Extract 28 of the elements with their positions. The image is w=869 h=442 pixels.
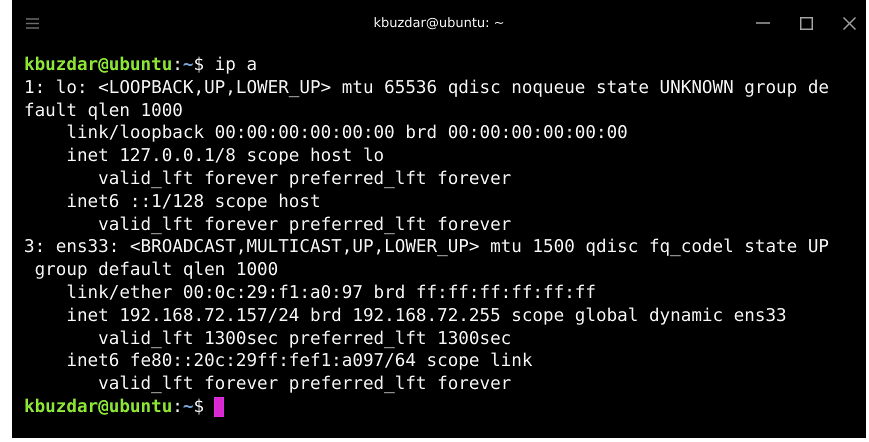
close-icon[interactable]: [843, 16, 856, 30]
output-line: 1: lo: <LOOPBACK,UP,LOWER_UP> mtu 65536 qdisc noqueue state UNKNOWN group de: [24, 76, 830, 100]
output-line: inet 127.0.0.1/8 scope host lo: [65, 145, 384, 168]
command-text: ip a: [214, 54, 258, 77]
prompt-user: kbuzdar@ubuntu: [24, 54, 172, 77]
output-line: 3: ens33: <BROADCAST,MULTICAST,UP,LOWER_UP> mtu 1500 qdisc fq_codel state UP: [24, 236, 830, 260]
menu-icon[interactable]: [26, 18, 39, 28]
output-line: fault qlen 1000: [24, 100, 183, 122]
prompt-separator: :: [172, 54, 183, 77]
prompt-symbol: $: [193, 396, 204, 419]
output-line: inet6 ::1/128 scope host: [65, 190, 321, 214]
prompt-symbol: $: [193, 54, 204, 77]
prompt-separator: :: [172, 396, 183, 419]
output-line: inet6 fe80::20c:29ff:fef1:a097/64 scope link: [65, 350, 532, 374]
output-line: valid_lft 1300sec preferred_lft 1300sec: [97, 328, 512, 350]
window-title: kbuzdar@ubuntu: ~: [373, 16, 505, 30]
output-line: group default qlen 1000: [34, 259, 278, 282]
output-line: valid_lft forever preferred_lft forever: [97, 373, 512, 396]
maximize-icon[interactable]: [800, 16, 813, 30]
prompt-path: ~: [182, 54, 194, 77]
output-line: link/loopback 00:00:00:00:00:00 brd 00:00:00:00:00:00: [65, 122, 628, 146]
minimize-icon[interactable]: [756, 22, 770, 24]
output-line: valid_lft forever preferred_lft forever: [97, 168, 512, 191]
output-line: valid_lft forever preferred_lft forever: [97, 214, 512, 236]
prompt-path: ~: [182, 396, 194, 419]
prompt-user: kbuzdar@ubuntu: [24, 396, 172, 419]
output-line: inet 192.168.72.157/24 brd 192.168.72.255 scope global dynamic ens33: [65, 304, 787, 328]
output-line: link/ether 00:0c:29:f1:a0:97 brd ff:ff:ff:ff:ff:ff: [65, 282, 596, 305]
